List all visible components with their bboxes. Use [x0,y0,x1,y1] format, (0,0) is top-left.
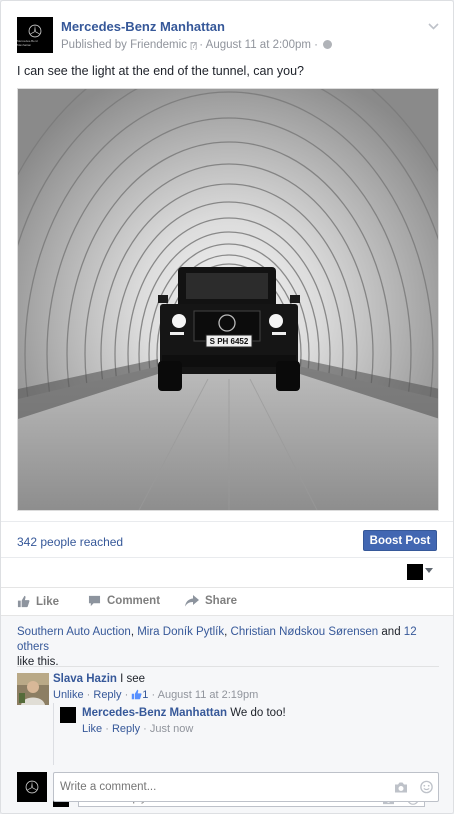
avatar-caption: Mercedes-Benz Manhattan [17,38,39,47]
comment-input[interactable] [53,772,439,802]
comment-text: I see [120,673,146,685]
likes-sentence: Southern Auto Auction, Mira Doník Pytlík… [17,625,437,670]
comment-composer [17,772,439,802]
post-card: Mercedes-Benz Manhattan Mercedes-Benz Ma… [0,0,454,814]
caret-down-icon[interactable] [425,568,433,573]
share-arrow-icon [185,595,199,607]
post-message: I can see the light at the end of the tu… [17,64,305,78]
share-label: Share [205,595,237,607]
comment-actions: Unlike · Reply · 1 · August 11 at 2:19pm [53,687,433,703]
comment-body: Slava Hazin I see Unlike · Reply · 1 · A… [53,671,433,703]
globe-icon[interactable] [323,40,333,49]
meta-separator: · [314,39,318,51]
reply-author-link[interactable]: Mercedes-Benz Manhattan [82,707,227,719]
like-label: Like [36,595,60,608]
liker-link[interactable]: Mira Doník Pytlík [137,626,224,638]
reply-item: Mercedes-Benz Manhattan We do too! Like … [53,703,439,765]
feedback-section: Southern Auto Auction, Mira Doník Pytlík… [1,615,453,813]
thumbs-up-icon [132,689,142,700]
person-photo-icon [17,673,49,705]
comment-item: Slava Hazin I see Unlike · Reply · 1 · A… [17,666,439,807]
meta-separator: · [199,39,204,51]
post-photo[interactable]: S PH 6452 [17,88,439,511]
post-header: Mercedes-Benz Manhattan Mercedes-Benz Ma… [1,1,453,57]
likes-and: and [381,626,401,638]
publisher-tag[interactable]: [?] [190,41,197,50]
dot-separator: · [105,723,109,735]
share-button[interactable]: Share [185,595,237,607]
dot-separator: · [124,689,129,701]
published-by-label: Published by [61,39,127,51]
composer-page-avatar [17,772,47,802]
reply-link[interactable]: Reply [93,689,121,701]
camera-icon[interactable] [394,781,408,793]
reach-link[interactable]: 342 people reached [17,535,123,549]
reply-timestamp[interactable]: Just now [150,723,193,735]
license-plate: S PH 6452 [210,337,249,346]
liker-link[interactable]: Christian Nødskou Sørensen [231,626,379,638]
comment-button[interactable]: Comment [88,595,160,607]
page-name-link[interactable]: Mercedes-Benz Manhattan [61,19,225,34]
actor-avatar[interactable] [407,564,423,580]
reply-like-link[interactable]: Like [82,723,102,735]
publisher-link[interactable]: Friendemic [130,39,187,51]
actor-selector-row [1,557,453,587]
like-count-number: 1 [142,689,149,701]
unlike-link[interactable]: Unlike [53,689,84,701]
comment-label: Comment [107,595,161,607]
post-timestamp[interactable]: August 11 at 2:00pm [206,39,311,51]
chevron-down-icon[interactable] [428,19,439,33]
action-bar: Like Comment Share [1,587,453,615]
reply-actions: Like · Reply · Just now [82,721,286,737]
comment-input-icons [394,780,433,794]
comment-bubble-icon [88,595,101,607]
thumbs-up-icon [17,595,30,608]
tunnel-car-image: S PH 6452 [18,89,438,510]
commenter-avatar[interactable] [17,673,49,705]
liker-link[interactable]: Southern Auto Auction [17,626,131,638]
like-button[interactable]: Like [17,595,59,608]
likes-separator: , [130,626,135,638]
likes-separator: , [224,626,228,638]
mercedes-star-icon [28,24,42,37]
reply-reply-link[interactable]: Reply [112,723,140,735]
insights-row: 342 people reached Boost Post [1,521,453,557]
emoji-icon[interactable] [420,780,433,794]
reply-author-avatar[interactable] [60,707,76,723]
comment-timestamp[interactable]: August 11 at 2:19pm [158,689,259,701]
page-avatar[interactable]: Mercedes-Benz Manhattan [17,17,53,53]
comment-like-count[interactable]: 1 [131,689,151,701]
commenter-name-link[interactable]: Slava Hazin [53,673,117,685]
boost-post-button[interactable]: Boost Post [363,530,437,551]
mercedes-star-icon [25,780,39,794]
dot-separator: · [86,689,91,701]
dot-separator: · [143,723,147,735]
dot-separator: · [151,689,156,701]
post-meta: Published by Friendemic [?] · August 11 … [61,39,333,51]
reply-text: We do too! [230,707,286,719]
reply-body: Mercedes-Benz Manhattan We do too! Like … [82,705,286,737]
